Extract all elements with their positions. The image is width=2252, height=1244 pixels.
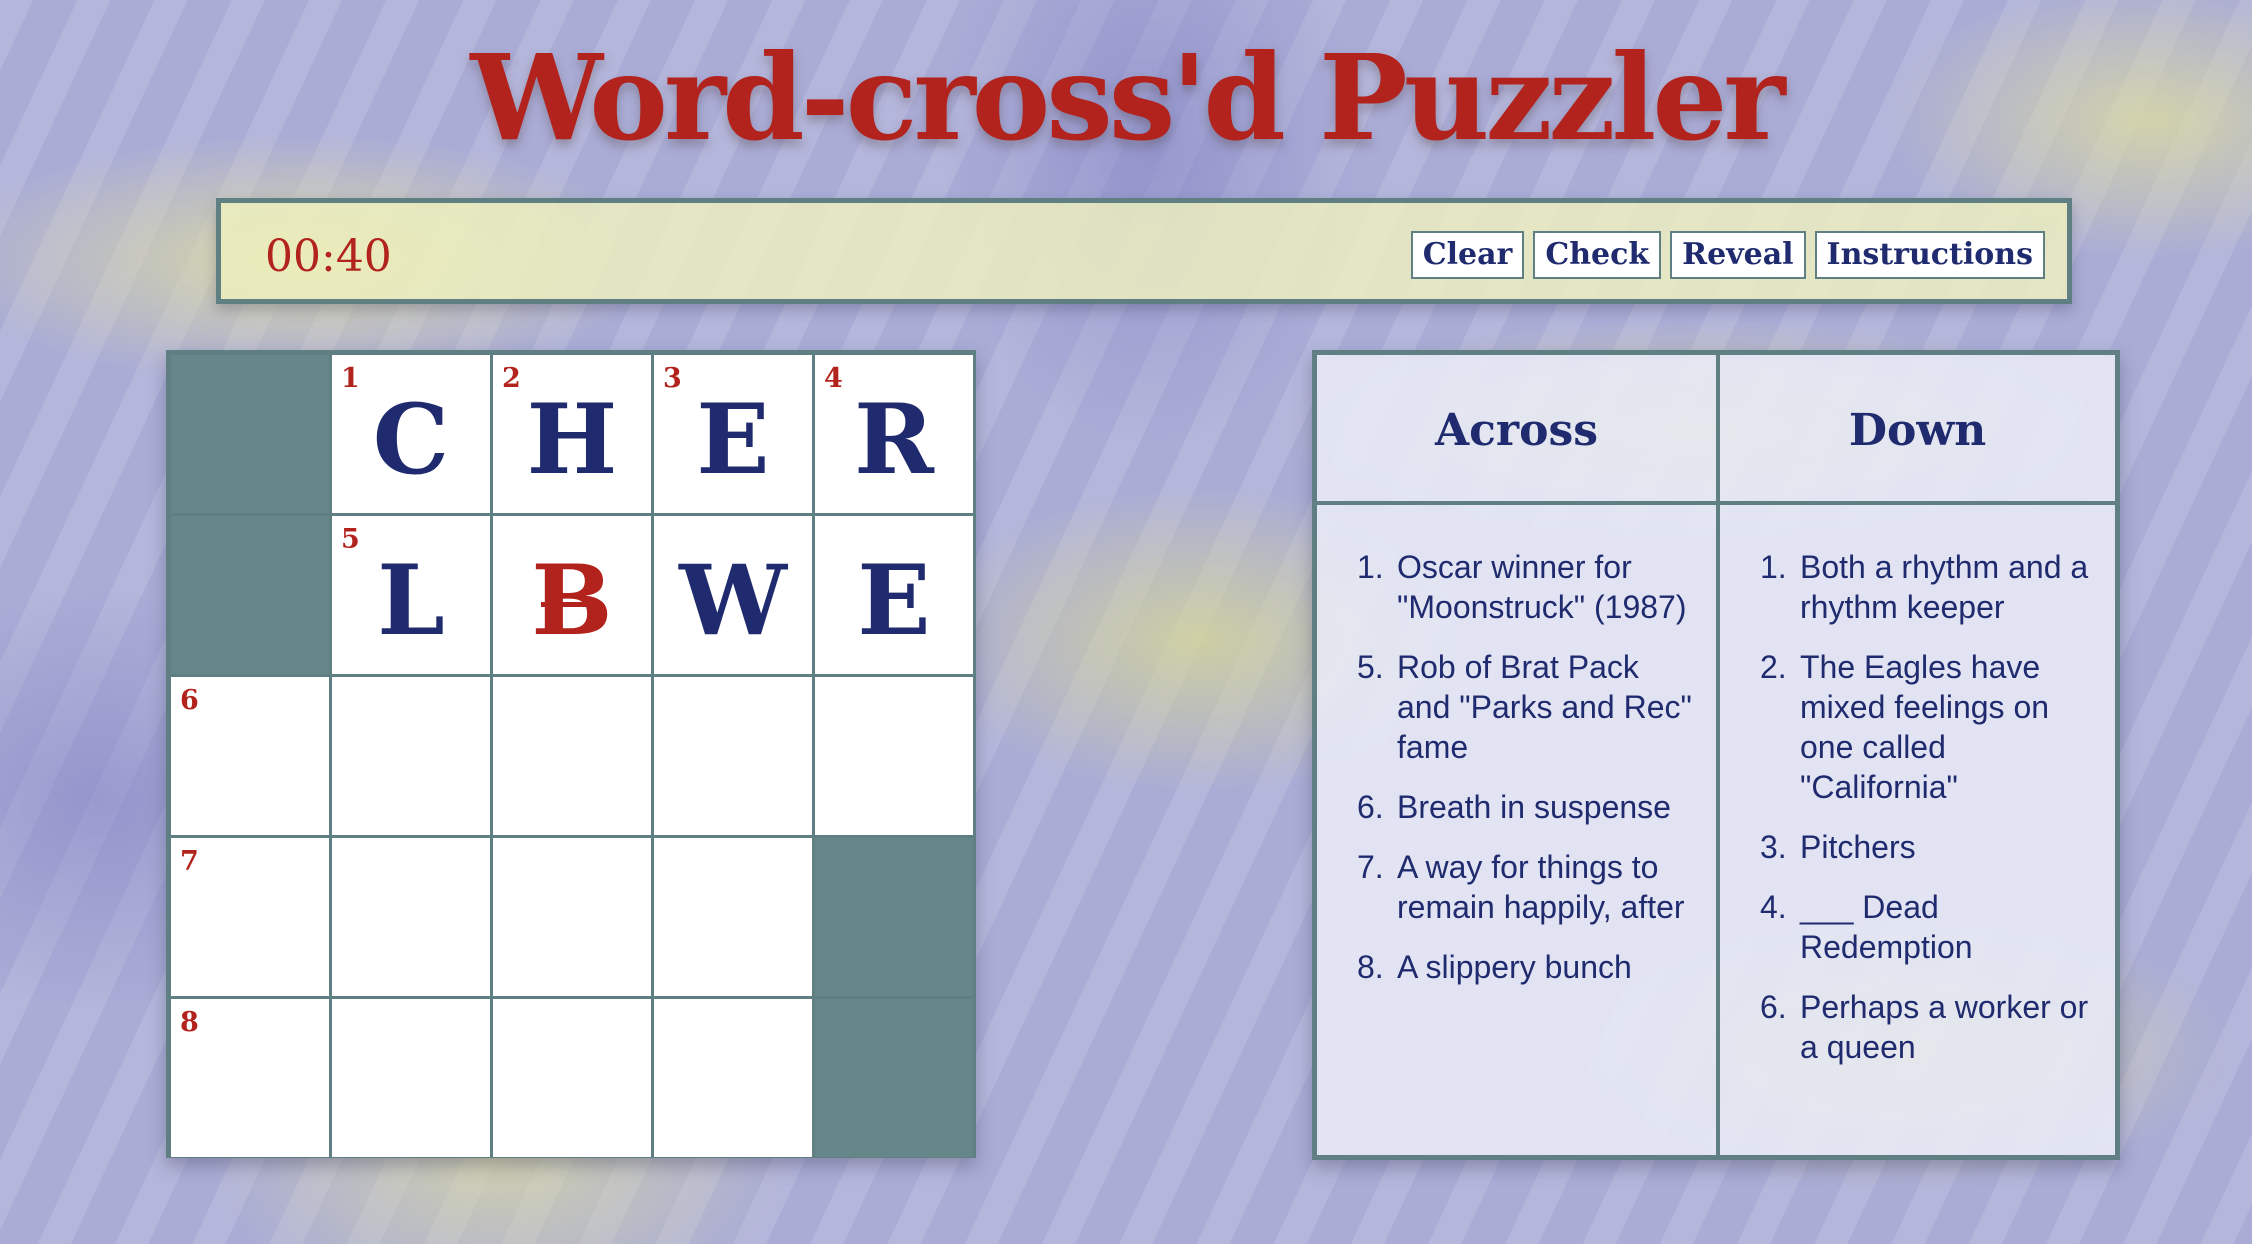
grid-cell-block [171, 516, 329, 674]
grid-cell[interactable] [332, 999, 490, 1157]
across-clue[interactable]: 6. Breath in suspense [1357, 787, 1700, 827]
clue-number: 2. [1760, 649, 1787, 685]
clue-number: 5. [1357, 649, 1384, 685]
down-clue[interactable]: 3. Pitchers [1760, 827, 2099, 867]
cell-number: 8 [180, 1007, 199, 1038]
clue-text: Both a rhythm and a rhythm keeper [1800, 549, 2089, 625]
grid-cell[interactable]: 8 [171, 999, 329, 1157]
grid-cell[interactable]: E [815, 516, 973, 674]
clue-text: A slippery bunch [1397, 949, 1632, 985]
clue-text: A way for things to remain happily, afte… [1397, 849, 1685, 925]
clear-button[interactable]: Clear [1410, 231, 1525, 279]
clue-number: 6. [1357, 789, 1384, 825]
across-column: Across 1. Oscar winner for "Moonstruck" (… [1317, 355, 1716, 1155]
across-clue[interactable]: 7. A way for things to remain happily, af… [1357, 847, 1700, 927]
toolbar-buttons: Clear Check Reveal Instructions [1410, 231, 2045, 279]
grid-cell[interactable] [332, 677, 490, 835]
clue-text: Oscar winner for "Moonstruck" (1987) [1397, 549, 1687, 625]
grid-cell[interactable] [493, 999, 651, 1157]
incorrect-strike-mark [541, 602, 603, 607]
grid-cell[interactable]: 2H [493, 355, 651, 513]
cell-letter: W [679, 544, 787, 657]
down-column: Down 1. Both a rhythm and a rhythm keeper… [1720, 355, 2115, 1155]
down-clue[interactable]: 2. The Eagles have mixed feelings on one … [1760, 647, 2099, 807]
across-clue[interactable]: 1. Oscar winner for "Moonstruck" (1987) [1357, 547, 1700, 627]
clue-number: 1. [1760, 549, 1787, 585]
clue-number: 8. [1357, 949, 1384, 985]
cell-letter: R [854, 383, 934, 496]
grid-cell[interactable]: 3E [654, 355, 812, 513]
down-clue-list: 1. Both a rhythm and a rhythm keeper 2. The… [1760, 547, 2099, 1087]
instructions-button[interactable]: Instructions [1814, 231, 2045, 279]
across-clue[interactable]: 8. A slippery bunch [1357, 947, 1700, 987]
across-heading: Across [1434, 405, 1598, 456]
grid-cell[interactable] [815, 677, 973, 835]
grid-cell[interactable]: B [493, 516, 651, 674]
clue-text: Pitchers [1800, 829, 1916, 865]
grid-cell[interactable]: 7 [171, 838, 329, 996]
across-clue-list: 1. Oscar winner for "Moonstruck" (1987) 5.… [1357, 547, 1700, 1007]
grid-cell[interactable] [493, 677, 651, 835]
cell-number: 7 [180, 846, 199, 877]
clue-text: ___ Dead Redemption [1800, 889, 1973, 965]
grid-cell[interactable] [654, 838, 812, 996]
down-heading: Down [1848, 405, 1987, 456]
grid-cell[interactable]: 5L [332, 516, 490, 674]
cell-letter: E [857, 544, 931, 657]
grid-cell[interactable] [654, 999, 812, 1157]
down-clue[interactable]: 6. Perhaps a worker or a queen [1760, 987, 2099, 1067]
grid-cell[interactable]: W [654, 516, 812, 674]
across-clue[interactable]: 5. Rob of Brat Pack and "Parks and Rec" f… [1357, 647, 1700, 767]
cell-letter: E [696, 383, 770, 496]
clue-number: 3. [1760, 829, 1787, 865]
grid-cell[interactable] [493, 838, 651, 996]
clue-number: 4. [1760, 889, 1787, 925]
cell-letter: L [377, 544, 445, 657]
clue-text: Perhaps a worker or a queen [1800, 989, 2089, 1065]
grid-cell[interactable] [332, 838, 490, 996]
page-title: Word-cross'd Puzzler [470, 28, 1785, 167]
grid-cell-block [815, 838, 973, 996]
clue-number: 6. [1760, 989, 1787, 1025]
toolbar: 00:40 Clear Check Reveal Instructions [216, 198, 2072, 304]
clue-text: The Eagles have mixed feelings on one ca… [1800, 649, 2050, 805]
down-clue[interactable]: 4. ___ Dead Redemption [1760, 887, 2099, 967]
grid-cell[interactable]: 4R [815, 355, 973, 513]
grid-cell[interactable]: 1C [332, 355, 490, 513]
clue-number: 1. [1357, 549, 1384, 585]
check-button[interactable]: Check [1533, 231, 1662, 279]
crossword-grid: 1C2H3E4R 5L BWE 6 7 8 [166, 350, 976, 1158]
timer: 00:40 [265, 231, 392, 282]
grid-cell[interactable]: 6 [171, 677, 329, 835]
cell-number: 6 [180, 685, 199, 716]
clue-text: Breath in suspense [1397, 789, 1671, 825]
down-clue[interactable]: 1. Both a rhythm and a rhythm keeper [1760, 547, 2099, 627]
reveal-button[interactable]: Reveal [1670, 231, 1806, 279]
cell-letter: H [526, 383, 618, 496]
grid-cell[interactable] [654, 677, 812, 835]
grid-cell-block [171, 355, 329, 513]
cell-letter: C [372, 383, 450, 496]
grid-cell-block [815, 999, 973, 1157]
clues-panel: Across 1. Oscar winner for "Moonstruck" (… [1312, 350, 2120, 1160]
cell-letter-incorrect: B [531, 544, 613, 657]
clue-number: 7. [1357, 849, 1384, 885]
clue-text: Rob of Brat Pack and "Parks and Rec" fam… [1397, 649, 1692, 765]
